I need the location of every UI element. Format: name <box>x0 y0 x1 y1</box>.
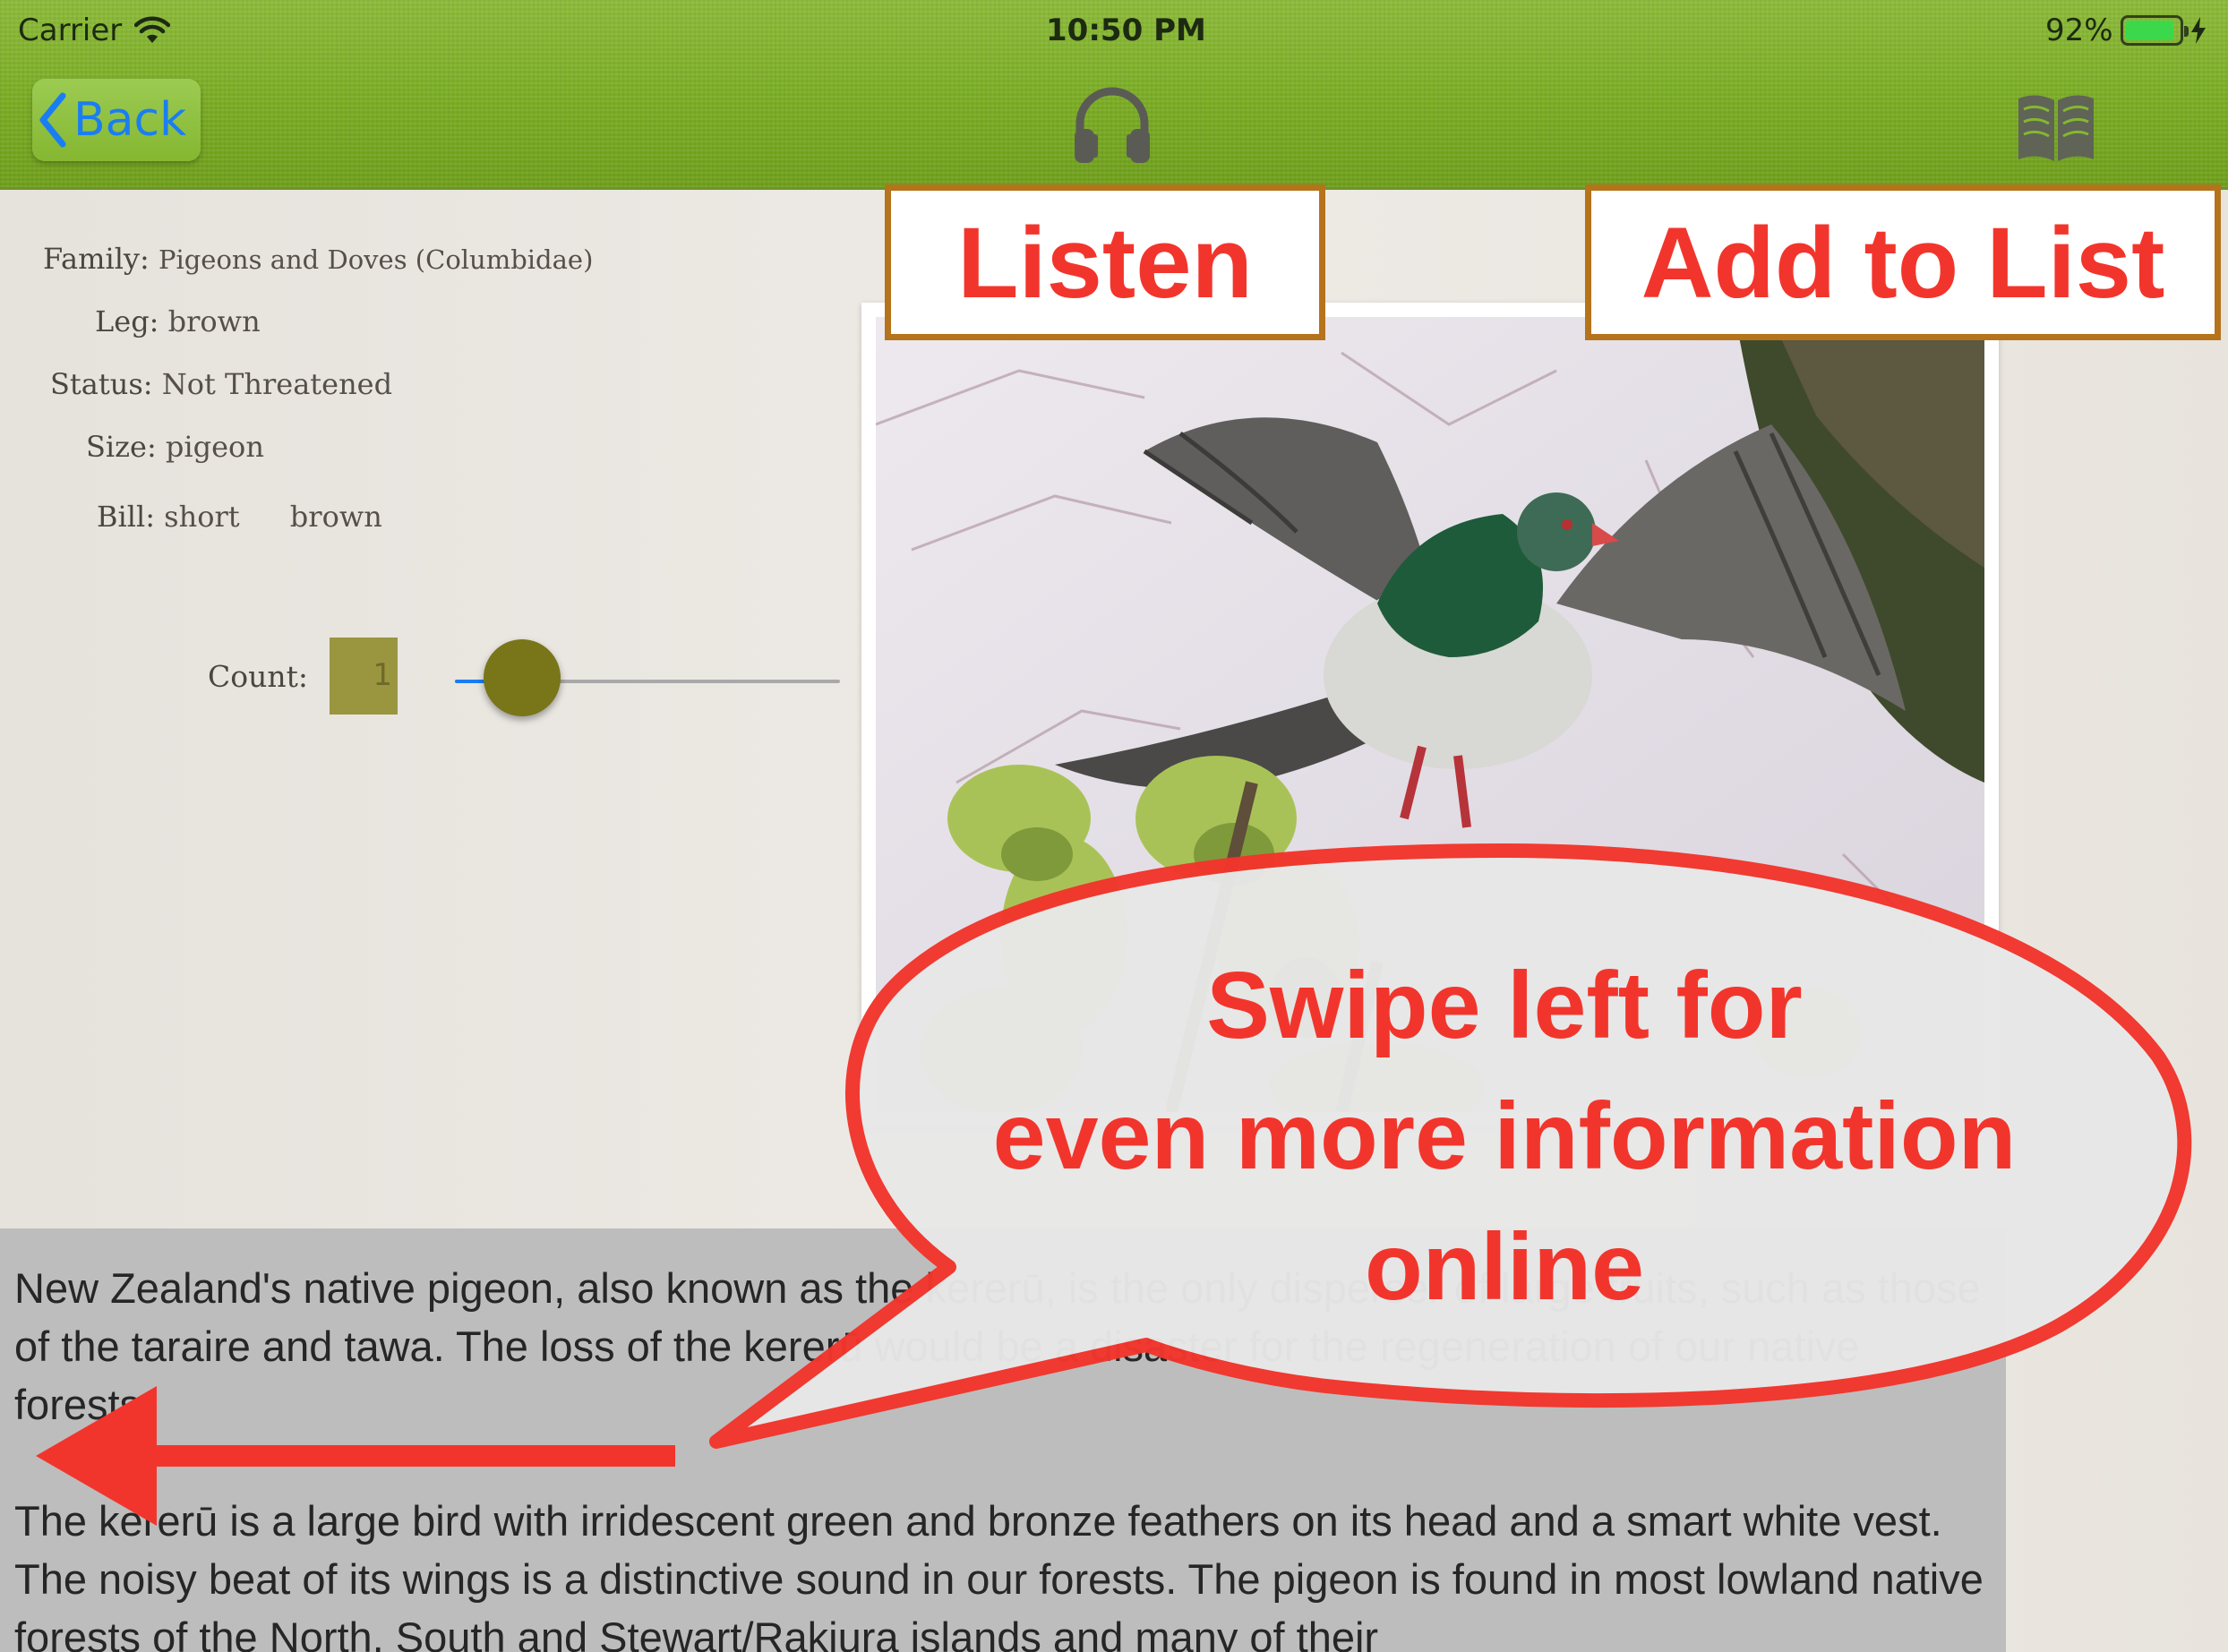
status-bar-battery: 92% <box>2045 13 2207 48</box>
family-value: Pigeons and Doves (Columbidae) <box>158 244 594 275</box>
book-icon <box>2018 95 2094 161</box>
status-value: Not Threatened <box>161 367 393 401</box>
size-row: Size: pigeon <box>86 430 264 464</box>
bill-label: Bill: <box>97 500 155 534</box>
size-label: Size: <box>86 430 157 464</box>
charging-bolt-icon <box>2190 17 2206 44</box>
leg-row: Leg: brown <box>95 304 261 338</box>
chevron-left-icon <box>39 92 66 148</box>
navigation-bar: Carrier 10:50 PM 92% Back <box>0 0 2228 190</box>
size-value: pigeon <box>165 430 264 464</box>
swipe-hint-text: Swipe left for even more information onl… <box>860 940 2149 1332</box>
count-label: Count: <box>208 659 309 694</box>
wifi-icon <box>134 16 171 43</box>
carrier-label: Carrier <box>18 13 123 48</box>
bill-row: Bill: short brown <box>97 500 382 534</box>
battery-percent: 92% <box>2045 13 2113 48</box>
family-row: Family: Pigeons and Doves (Columbidae) <box>43 242 593 276</box>
battery-icon <box>2120 15 2189 46</box>
count-slider-thumb[interactable] <box>484 639 561 716</box>
headphones-icon <box>1075 87 1150 163</box>
count-field[interactable]: 1 <box>330 638 398 715</box>
status-row: Status: Not Threatened <box>50 367 392 401</box>
status-bar-carrier: Carrier <box>18 13 171 48</box>
back-label: Back <box>73 93 187 147</box>
listen-callout: Listen <box>885 184 1325 340</box>
family-label: Family: <box>43 242 150 276</box>
add-to-list-button[interactable] <box>2015 90 2097 167</box>
back-button[interactable]: Back <box>32 79 201 161</box>
listen-button[interactable] <box>1069 82 1155 168</box>
swipe-hint-line-3: online <box>1364 1214 1645 1320</box>
status-bar-time: 10:50 PM <box>1046 13 1206 48</box>
swipe-hint-line-2: even more information <box>992 1083 2017 1189</box>
bill-value-1: short <box>164 500 240 534</box>
status-label: Status: <box>50 367 153 401</box>
add-to-list-callout: Add to List <box>1585 184 2221 340</box>
description-paragraph-2: The kererū is a large bird with irridesc… <box>14 1497 1984 1652</box>
swipe-hint-line-1: Swipe left for <box>1206 953 1803 1058</box>
leg-label: Leg: <box>95 304 159 338</box>
leg-value: brown <box>167 304 261 338</box>
bill-value-2: brown <box>289 500 382 534</box>
